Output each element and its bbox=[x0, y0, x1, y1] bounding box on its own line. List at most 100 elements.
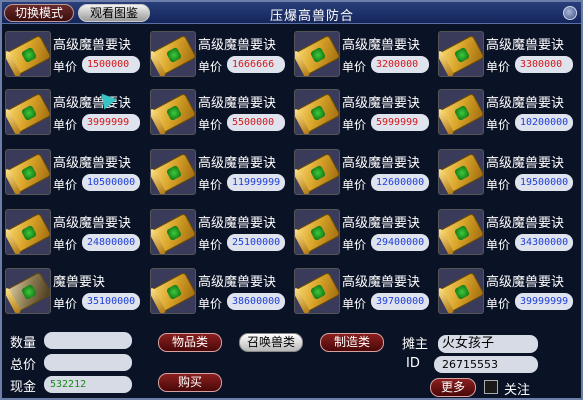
unit-price-label: 单价 bbox=[342, 118, 367, 132]
quantity-label: 数量 bbox=[10, 336, 37, 351]
unit-price-value: 24800000 bbox=[82, 234, 140, 251]
item-name: 高级魔兽要诀 bbox=[486, 38, 565, 53]
item-name: 高级魔兽要诀 bbox=[198, 216, 277, 231]
skill-book-scroll-icon[interactable] bbox=[150, 209, 196, 255]
item-slot[interactable]: 高级魔兽要诀 单价 10500000 bbox=[2, 146, 142, 200]
skill-book-scroll-icon[interactable] bbox=[5, 268, 51, 314]
skill-book-scroll-icon[interactable] bbox=[294, 149, 340, 195]
buy-button[interactable]: 购买 bbox=[158, 373, 222, 392]
unit-price-label: 单价 bbox=[342, 238, 367, 252]
item-name: 高级魔兽要诀 bbox=[198, 156, 277, 171]
item-slot[interactable]: 高级魔兽要诀 单价 3999999 bbox=[2, 86, 142, 140]
item-name: 高级魔兽要诀 bbox=[53, 216, 132, 231]
unit-price-label: 单价 bbox=[198, 297, 223, 311]
item-name: 魔兽要诀 bbox=[53, 275, 106, 290]
unit-price-label: 单价 bbox=[486, 118, 511, 132]
unit-price-value: 12600000 bbox=[371, 174, 429, 191]
skill-book-scroll-icon[interactable] bbox=[438, 209, 484, 255]
skill-book-scroll-icon[interactable] bbox=[5, 209, 51, 255]
close-icon[interactable] bbox=[563, 6, 577, 20]
item-name: 高级魔兽要诀 bbox=[342, 38, 421, 53]
item-slot[interactable]: 高级魔兽要诀 单价 12600000 bbox=[291, 146, 431, 200]
skill-book-scroll-icon[interactable] bbox=[294, 89, 340, 135]
id-field: 26715553 bbox=[434, 356, 538, 373]
skill-book-scroll-icon[interactable] bbox=[438, 149, 484, 195]
item-slot[interactable]: 高级魔兽要诀 单价 1500000 bbox=[2, 28, 142, 82]
unit-price-label: 单价 bbox=[53, 118, 78, 132]
unit-price-value: 5999999 bbox=[371, 114, 429, 131]
skill-book-scroll-icon[interactable] bbox=[150, 89, 196, 135]
unit-price-value: 3200000 bbox=[371, 56, 429, 73]
item-slot[interactable]: 魔兽要诀 单价 35100000 bbox=[2, 265, 142, 319]
unit-price-value: 19500000 bbox=[515, 174, 573, 191]
unit-price-label: 单价 bbox=[486, 297, 511, 311]
item-grid: 高级魔兽要诀 单价 1500000 高级魔兽要诀 单价 1666666 高级魔兽要诀 单价 32… bbox=[2, 28, 581, 318]
stall-window: 切换模式 观看图鉴 压爆高兽防合 高级魔兽要诀 单价 1500000 高级魔兽要诀 单价… bbox=[0, 0, 583, 400]
owner-name-field: 火女孩子 bbox=[438, 335, 538, 353]
unit-price-value: 35100000 bbox=[82, 293, 140, 310]
skill-book-scroll-icon[interactable] bbox=[5, 149, 51, 195]
skill-book-scroll-icon[interactable] bbox=[150, 268, 196, 314]
skill-book-scroll-icon[interactable] bbox=[5, 89, 51, 135]
unit-price-value: 39700000 bbox=[371, 293, 429, 310]
skill-book-scroll-icon[interactable] bbox=[5, 31, 51, 77]
tab-crafting[interactable]: 制造类 bbox=[320, 333, 384, 352]
item-slot[interactable]: 高级魔兽要诀 单价 3200000 bbox=[291, 28, 431, 82]
unit-price-value: 11999999 bbox=[227, 174, 285, 191]
unit-price-label: 单价 bbox=[53, 178, 78, 192]
owner-label: 摊主 bbox=[402, 337, 429, 352]
unit-price-label: 单价 bbox=[486, 238, 511, 252]
id-label: ID bbox=[406, 356, 420, 371]
item-slot[interactable]: 高级魔兽要诀 单价 25100000 bbox=[147, 206, 287, 260]
item-slot[interactable]: 高级魔兽要诀 单价 3300000 bbox=[435, 28, 575, 82]
item-name: 高级魔兽要诀 bbox=[342, 216, 421, 231]
unit-price-label: 单价 bbox=[198, 118, 223, 132]
quantity-input[interactable] bbox=[44, 332, 132, 349]
unit-price-value: 3300000 bbox=[515, 56, 573, 73]
item-slot[interactable]: 高级魔兽要诀 单价 11999999 bbox=[147, 146, 287, 200]
switch-mode-button[interactable]: 切换模式 bbox=[4, 4, 74, 22]
item-slot[interactable]: 高级魔兽要诀 单价 1666666 bbox=[147, 28, 287, 82]
skill-book-scroll-icon[interactable] bbox=[438, 31, 484, 77]
skill-book-scroll-icon[interactable] bbox=[438, 268, 484, 314]
skill-book-scroll-icon[interactable] bbox=[150, 31, 196, 77]
item-name: 高级魔兽要诀 bbox=[486, 96, 565, 111]
item-name: 高级魔兽要诀 bbox=[198, 275, 277, 290]
follow-checkbox[interactable] bbox=[484, 380, 498, 394]
item-slot[interactable]: 高级魔兽要诀 单价 29400000 bbox=[291, 206, 431, 260]
item-slot[interactable]: 高级魔兽要诀 单价 5999999 bbox=[291, 86, 431, 140]
tab-summon-beasts[interactable]: 召唤兽类 bbox=[239, 333, 303, 352]
unit-price-value: 34300000 bbox=[515, 234, 573, 251]
title-bar: 切换模式 观看图鉴 压爆高兽防合 bbox=[2, 2, 581, 24]
follow-label: 关注 bbox=[504, 383, 531, 398]
item-name: 高级魔兽要诀 bbox=[342, 275, 421, 290]
skill-book-scroll-icon[interactable] bbox=[294, 31, 340, 77]
unit-price-value: 25100000 bbox=[227, 234, 285, 251]
unit-price-label: 单价 bbox=[53, 238, 78, 252]
tab-items[interactable]: 物品类 bbox=[158, 333, 222, 352]
item-name: 高级魔兽要诀 bbox=[342, 96, 421, 111]
skill-book-scroll-icon[interactable] bbox=[438, 89, 484, 135]
unit-price-label: 单价 bbox=[486, 178, 511, 192]
unit-price-value: 1500000 bbox=[82, 56, 140, 73]
item-slot[interactable]: 高级魔兽要诀 单价 19500000 bbox=[435, 146, 575, 200]
skill-book-scroll-icon[interactable] bbox=[150, 149, 196, 195]
item-slot[interactable]: 高级魔兽要诀 单价 10200000 bbox=[435, 86, 575, 140]
unit-price-label: 单价 bbox=[53, 60, 78, 74]
unit-price-label: 单价 bbox=[198, 238, 223, 252]
item-slot[interactable]: 高级魔兽要诀 单价 24800000 bbox=[2, 206, 142, 260]
item-name: 高级魔兽要诀 bbox=[486, 275, 565, 290]
more-button[interactable]: 更多 bbox=[430, 378, 476, 397]
item-name: 高级魔兽要诀 bbox=[486, 216, 565, 231]
item-slot[interactable]: 高级魔兽要诀 单价 5500000 bbox=[147, 86, 287, 140]
item-name: 高级魔兽要诀 bbox=[53, 156, 132, 171]
unit-price-label: 单价 bbox=[342, 60, 367, 74]
item-slot[interactable]: 高级魔兽要诀 单价 39700000 bbox=[291, 265, 431, 319]
view-catalog-button[interactable]: 观看图鉴 bbox=[78, 4, 150, 22]
item-slot[interactable]: 高级魔兽要诀 单价 34300000 bbox=[435, 206, 575, 260]
skill-book-scroll-icon[interactable] bbox=[294, 268, 340, 314]
unit-price-label: 单价 bbox=[198, 178, 223, 192]
item-slot[interactable]: 高级魔兽要诀 单价 38600000 bbox=[147, 265, 287, 319]
skill-book-scroll-icon[interactable] bbox=[294, 209, 340, 255]
item-slot[interactable]: 高级魔兽要诀 单价 39999999 bbox=[435, 265, 575, 319]
